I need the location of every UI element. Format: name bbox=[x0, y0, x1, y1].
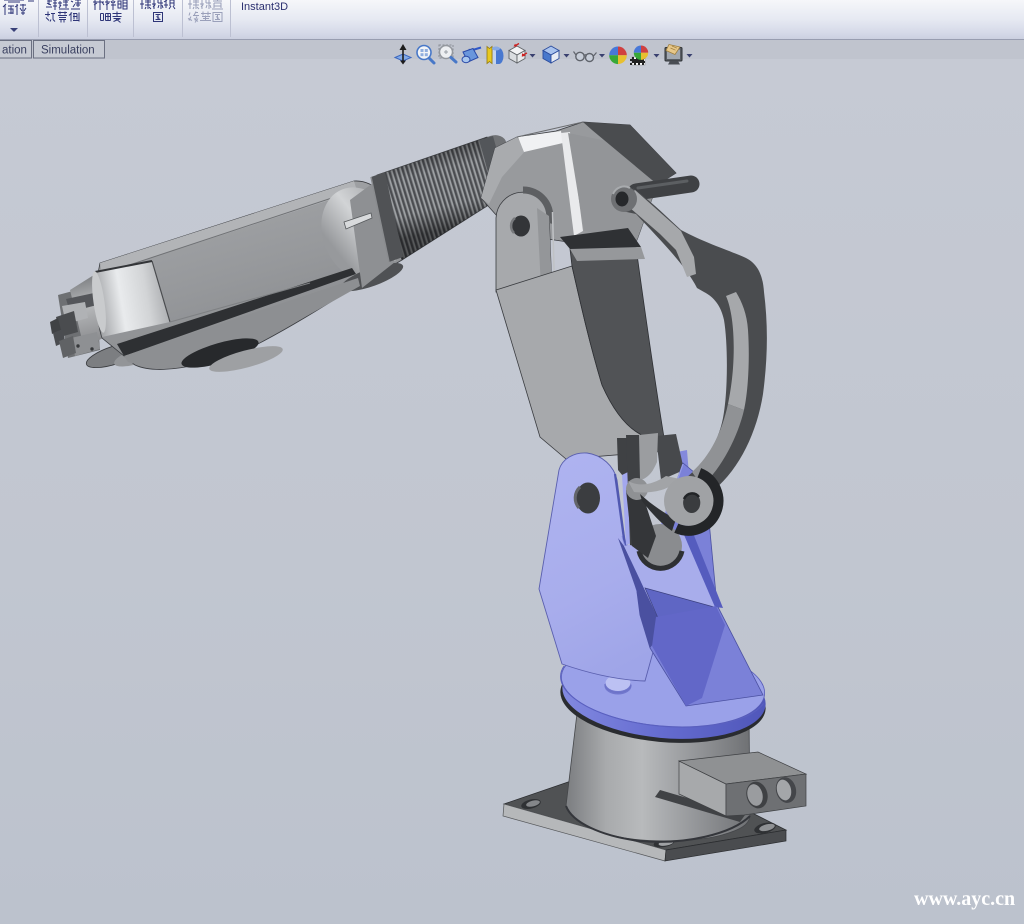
svg-text:Instant3D: Instant3D bbox=[241, 1, 288, 13]
svg-text:www.ayc.cn: www.ayc.cn bbox=[914, 888, 1015, 910]
svg-text:Simulation: Simulation bbox=[41, 45, 95, 57]
svg-text:ation: ation bbox=[2, 45, 27, 57]
